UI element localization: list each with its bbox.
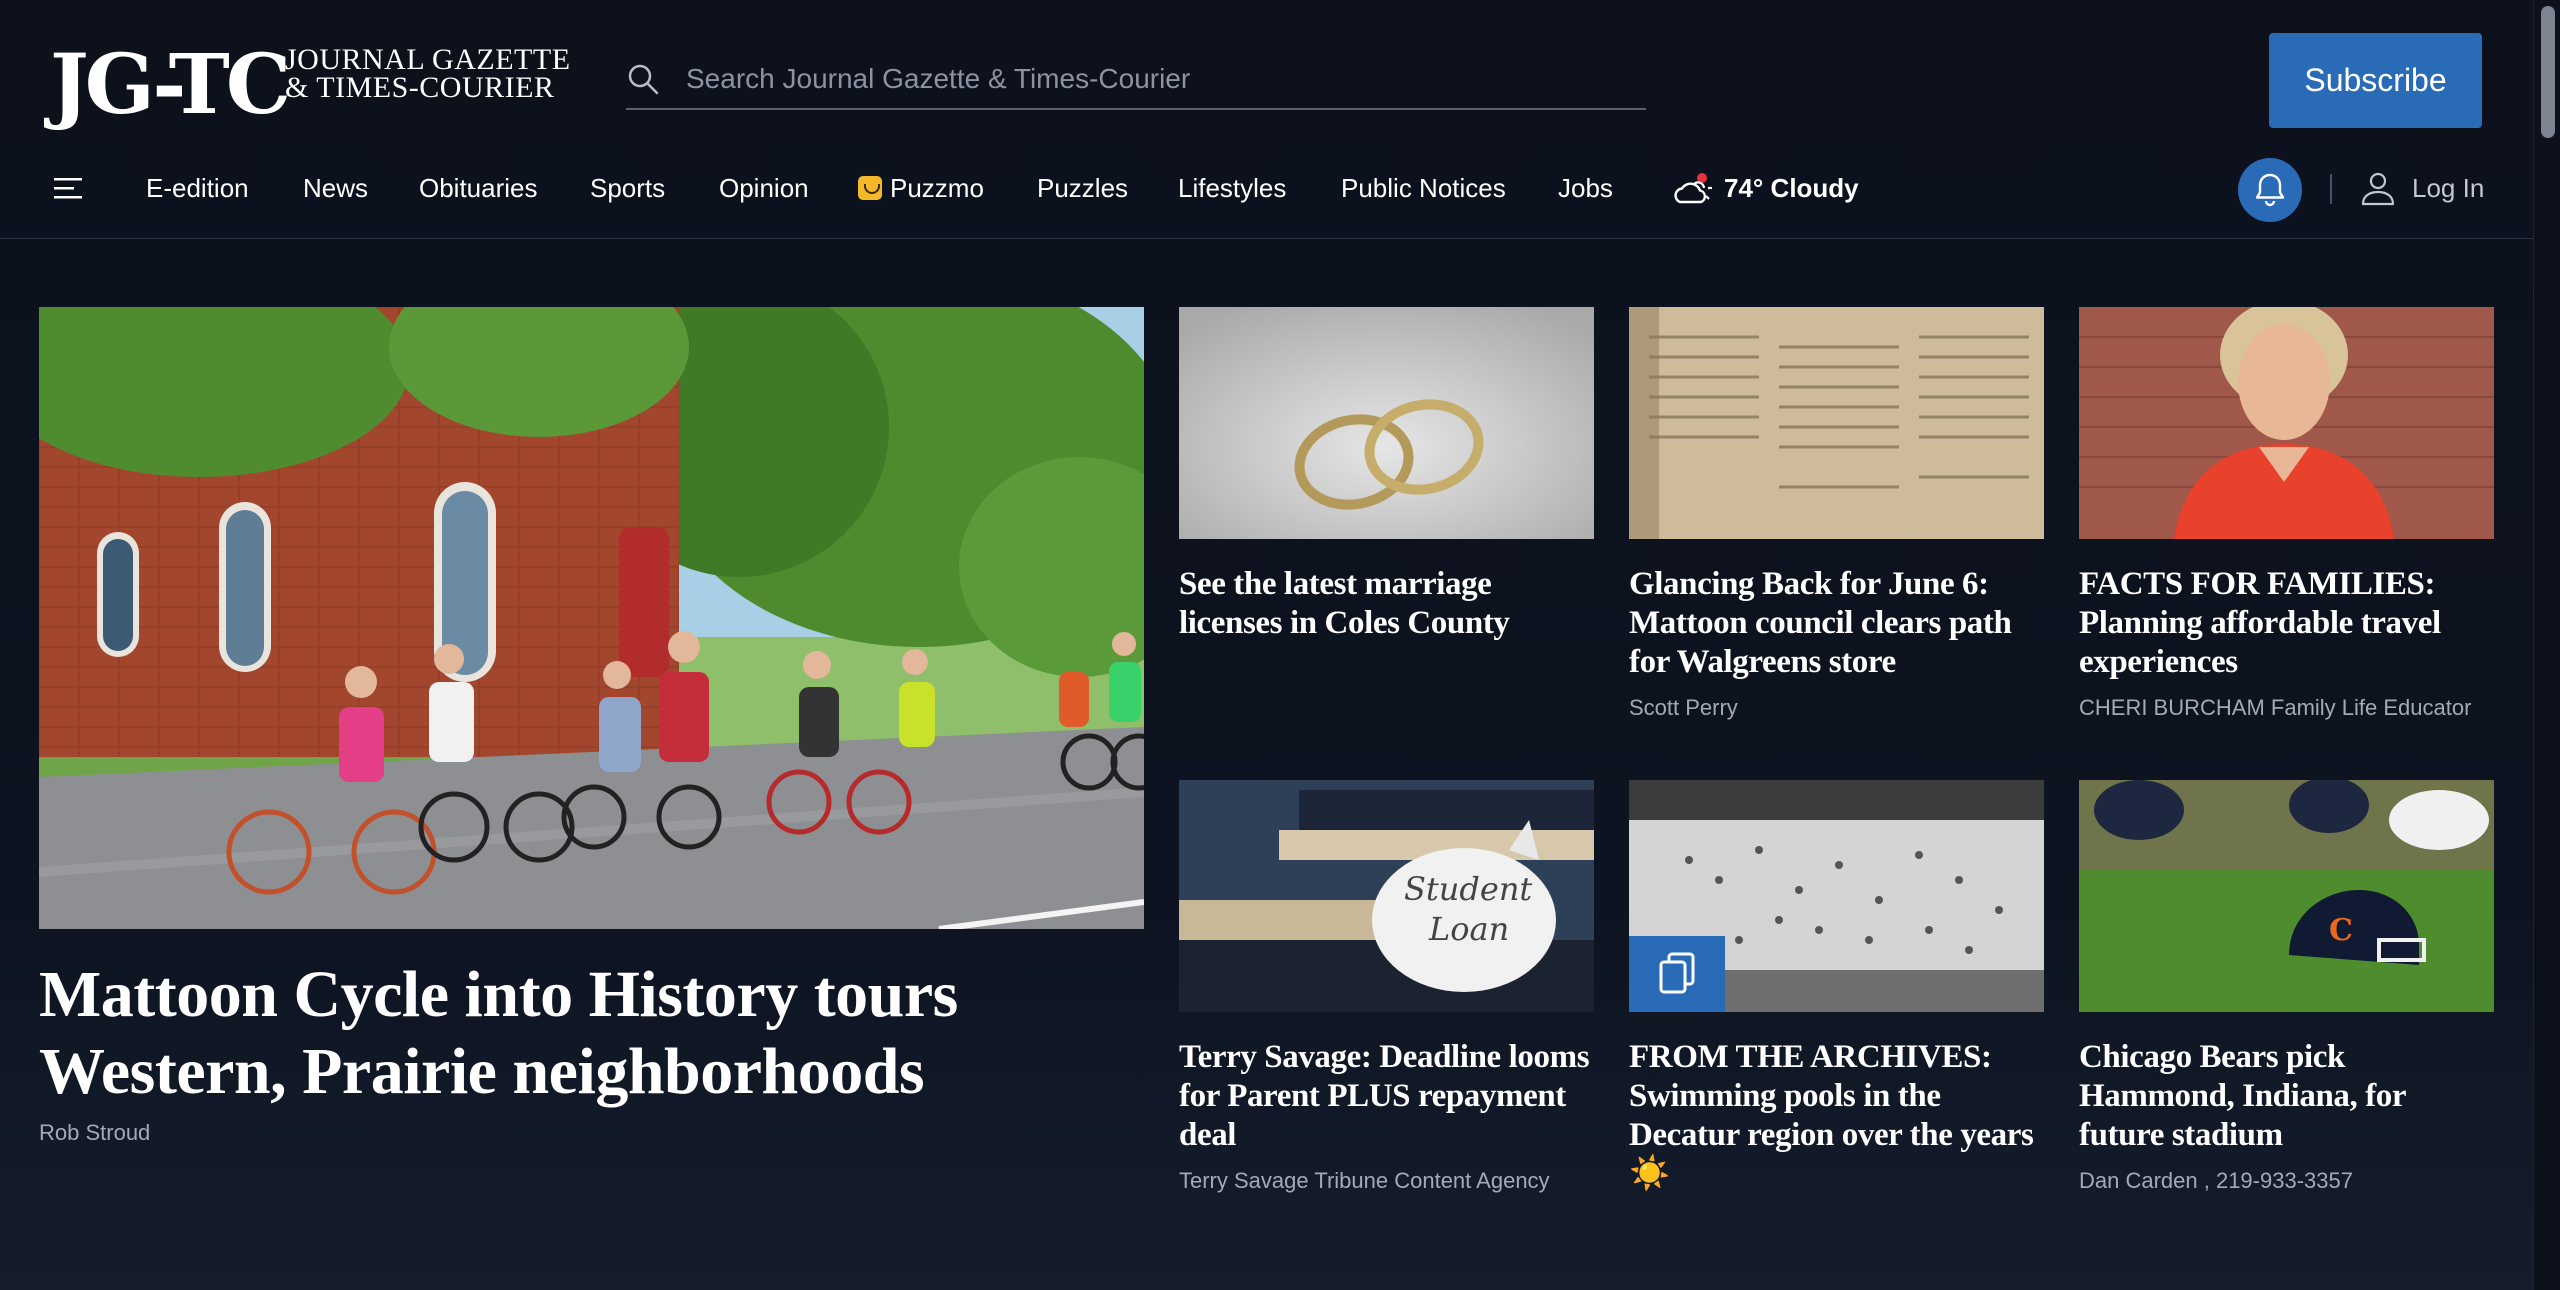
- logo-wordmark: JOURNAL GAZETTE & TIMES-COURIER: [285, 43, 571, 104]
- story-card-byline[interactable]: Scott Perry: [1629, 694, 2044, 722]
- lead-story-byline[interactable]: Rob Stroud: [39, 1120, 150, 1146]
- story-card-byline[interactable]: Dan Carden , 219-933-3357: [2079, 1167, 2494, 1195]
- nav-item-obituaries[interactable]: Obituaries: [419, 168, 538, 208]
- lead-story-headline[interactable]: Mattoon Cycle into History tours Western…: [39, 956, 1144, 1110]
- cyclists-photo: [39, 307, 1144, 929]
- logo-mark: JG-TC: [50, 37, 291, 133]
- page: JG-TC JOURNAL GAZETTE & TIMES-COURIER Su…: [0, 0, 2534, 1290]
- story-card-image[interactable]: Student Loan: [1179, 780, 1594, 1012]
- nav-item-opinion[interactable]: Opinion: [719, 168, 809, 208]
- search-icon[interactable]: [626, 62, 660, 96]
- partly-cloudy-icon: [1674, 173, 1712, 204]
- story-card-byline[interactable]: CHERI BURCHAM Family Life Educator: [2079, 694, 2494, 722]
- story-card-image[interactable]: [1179, 307, 1594, 539]
- scrollbar[interactable]: [2533, 0, 2560, 1290]
- weather-label: 74° Cloudy: [1724, 173, 1859, 203]
- story-card-headline[interactable]: Chicago Bears pick Hammond, Indiana, for…: [2079, 1038, 2494, 1155]
- nav-item-e-edition[interactable]: E-edition: [146, 168, 249, 208]
- nav-divider: [2330, 174, 2332, 204]
- football-helmet-photo: C: [2079, 780, 2494, 1012]
- subscribe-button[interactable]: Subscribe: [2269, 33, 2482, 128]
- login-label: Log In: [2412, 173, 2485, 203]
- main-nav: E-edition News Obituaries Sports Opinion…: [0, 150, 2534, 239]
- nav-item-puzzles[interactable]: Puzzles: [1037, 168, 1128, 208]
- piggy-text-2: Loan: [1428, 910, 1509, 948]
- nav-item-puzzmo-label: Puzzmo: [890, 173, 984, 203]
- portrait-photo: [2079, 307, 2494, 539]
- piggy-bank-photo: Student Loan: [1179, 780, 1594, 1012]
- user-icon: [2361, 172, 2395, 206]
- nav-item-lifestyles[interactable]: Lifestyles: [1178, 168, 1286, 208]
- logo-line-1: JOURNAL GAZETTE: [285, 43, 571, 76]
- story-card-headline[interactable]: FACTS FOR FAMILIES: Planning affordable …: [2079, 565, 2494, 682]
- search-bar: [626, 50, 1646, 110]
- puzzmo-icon: [858, 176, 882, 200]
- scrollbar-thumb[interactable]: [2541, 6, 2555, 138]
- nav-item-news[interactable]: News: [303, 168, 368, 208]
- wedding-rings-photo: [1179, 307, 1594, 539]
- piggy-text-1: Student: [1404, 870, 1532, 908]
- notifications-button[interactable]: [2238, 158, 2302, 222]
- story-card-image[interactable]: [1629, 780, 2044, 1012]
- story-card[interactable]: See the latest marriage licenses in Cole…: [1179, 307, 1594, 643]
- story-card-byline[interactable]: Terry Savage Tribune Content Agency: [1179, 1167, 1594, 1195]
- logo-line-2: & TIMES-COURIER: [285, 71, 555, 104]
- story-card[interactable]: C Chicago Bears pick Hammond, Indiana, f…: [2079, 780, 2494, 1195]
- story-card[interactable]: Student Loan Terry Savage: Deadline loom…: [1179, 780, 1594, 1195]
- bell-icon: [2255, 173, 2285, 207]
- story-card-headline[interactable]: Glancing Back for June 6: Mattoon counci…: [1629, 565, 2044, 682]
- nav-item-sports[interactable]: Sports: [590, 168, 665, 208]
- nav-item-public-notices[interactable]: Public Notices: [1341, 168, 1506, 208]
- story-card-image[interactable]: [2079, 307, 2494, 539]
- lead-story-image[interactable]: [39, 307, 1144, 929]
- old-newspaper-photo: [1629, 307, 2044, 539]
- gallery-icon: [1659, 952, 1695, 994]
- story-card-headline[interactable]: FROM THE ARCHIVES: Swimming pools in the…: [1629, 1038, 2044, 1194]
- story-card[interactable]: FACTS FOR FAMILIES: Planning affordable …: [2079, 307, 2494, 722]
- search-input[interactable]: [684, 56, 1628, 102]
- menu-icon[interactable]: [52, 172, 84, 204]
- story-card-headline[interactable]: Terry Savage: Deadline looms for Parent …: [1179, 1038, 1594, 1155]
- nav-item-puzzmo[interactable]: Puzzmo: [858, 168, 984, 208]
- story-card-image[interactable]: C: [2079, 780, 2494, 1012]
- story-card[interactable]: FROM THE ARCHIVES: Swimming pools in the…: [1629, 780, 2044, 1194]
- nav-item-jobs[interactable]: Jobs: [1558, 168, 1613, 208]
- story-card-headline[interactable]: See the latest marriage licenses in Cole…: [1179, 565, 1594, 643]
- svg-text:C: C: [2329, 913, 2353, 948]
- gallery-badge: [1629, 936, 1725, 1012]
- story-card-image[interactable]: [1629, 307, 2044, 539]
- story-card[interactable]: Glancing Back for June 6: Mattoon counci…: [1629, 307, 2044, 722]
- site-logo[interactable]: JG-TC JOURNAL GAZETTE & TIMES-COURIER: [50, 40, 580, 130]
